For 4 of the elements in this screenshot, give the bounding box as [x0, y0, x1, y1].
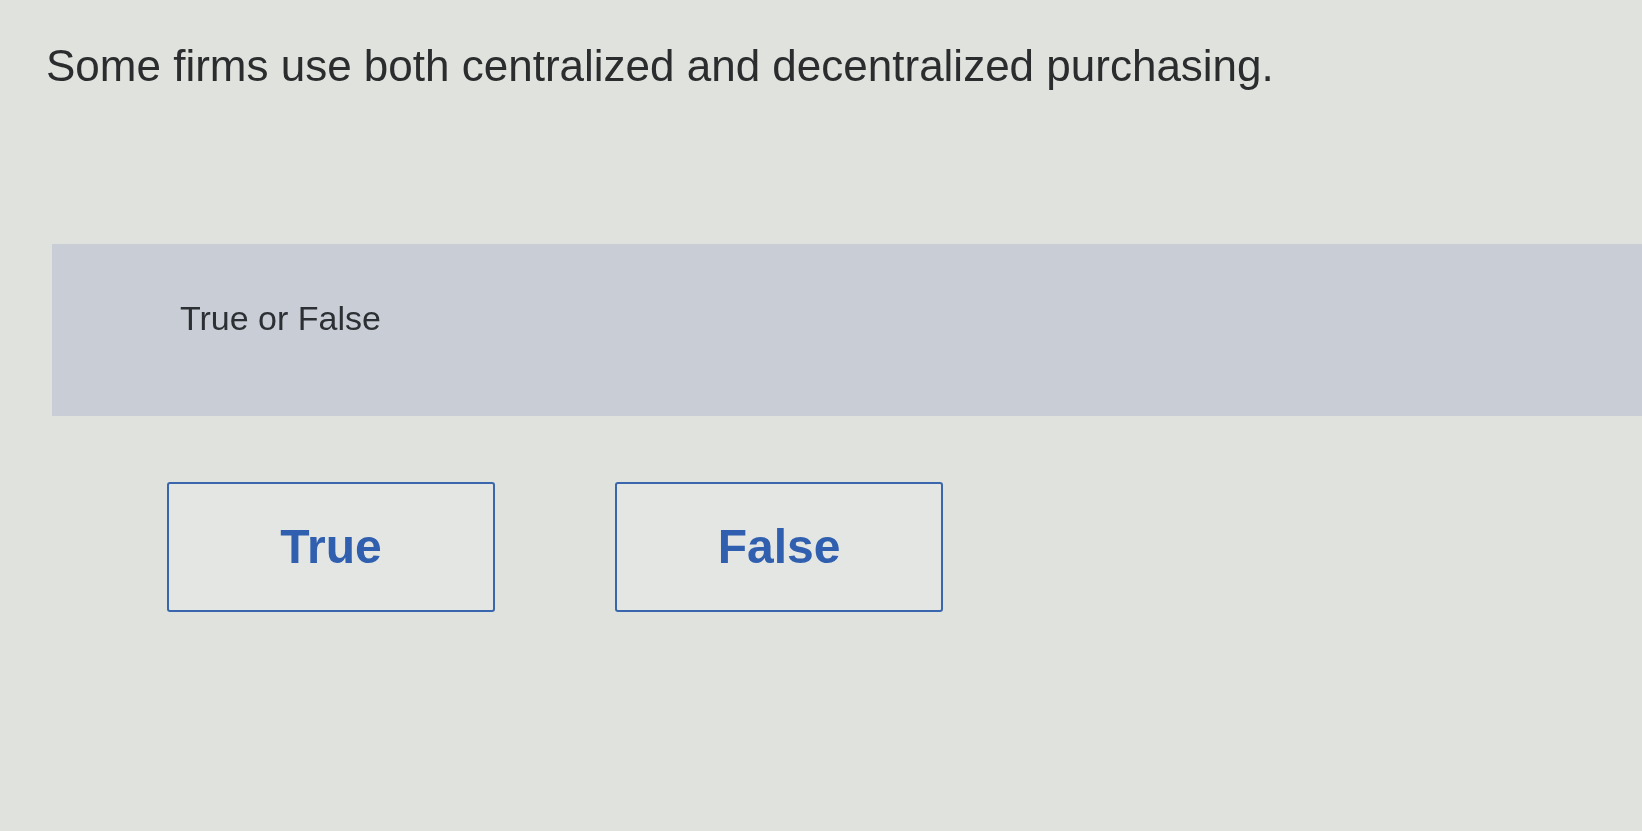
- answer-option-button[interactable]: False: [615, 482, 943, 612]
- answer-option-button[interactable]: True: [167, 482, 495, 612]
- question-text: Some firms use both centralized and decentralized purchasing.: [46, 40, 1275, 92]
- prompt-text: True or False: [180, 298, 381, 339]
